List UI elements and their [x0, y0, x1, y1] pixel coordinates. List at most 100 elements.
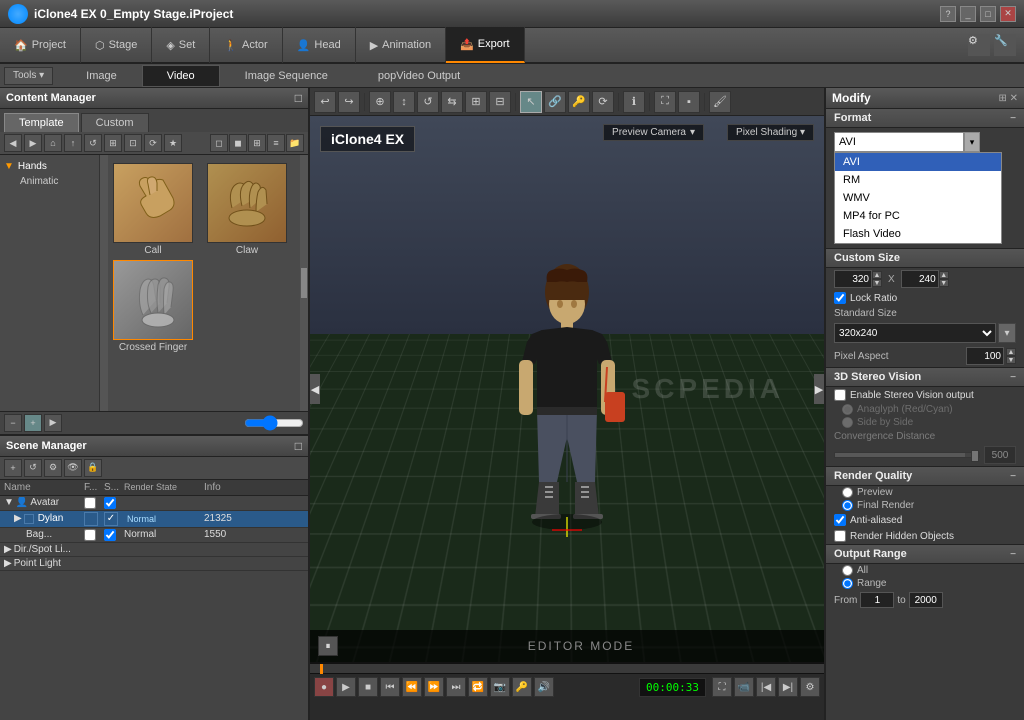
tl-next-mark-btn[interactable]: ▶|	[778, 677, 798, 697]
pixel-aspect-input[interactable]	[966, 347, 1004, 365]
table-row[interactable]: ▶ Point Light	[0, 557, 308, 571]
maximize-button[interactable]: □	[980, 6, 996, 22]
range-radio[interactable]	[842, 578, 853, 589]
tl-settings-btn[interactable]: ⚙	[800, 677, 820, 697]
vp-render-btn[interactable]: ▪	[678, 91, 700, 113]
format-option-avi[interactable]: AVI	[835, 153, 1001, 171]
standard-size-select[interactable]: 320x240 640x480 720x480 1280x720 1920x10…	[834, 323, 996, 343]
finalrender-radio[interactable]	[842, 500, 853, 511]
sub-tab-video[interactable]: Video	[142, 65, 220, 87]
sm-add-btn[interactable]: +	[4, 459, 22, 477]
sm-settings-btn[interactable]: ⚙	[44, 459, 62, 477]
width-input[interactable]	[834, 270, 872, 288]
cm-grid-btn[interactable]: ⊡	[124, 134, 142, 152]
table-row[interactable]: ▶ Dylan ✓ Normal 21325	[0, 511, 308, 528]
sm-refresh-btn[interactable]: ↺	[24, 459, 42, 477]
cm-fwd-btn[interactable]: ▶	[24, 134, 42, 152]
tl-capture-btn[interactable]: 📷	[490, 677, 510, 697]
vp-key-btn[interactable]: 🔑	[568, 91, 590, 113]
vp-move-btn[interactable]: ⊕	[369, 91, 391, 113]
right-collapse-btn[interactable]: ▶	[814, 374, 824, 404]
cm-rotate-btn[interactable]: ⟳	[144, 134, 162, 152]
from-input[interactable]	[860, 592, 894, 608]
vp-paint-btn[interactable]: 🖌	[709, 91, 731, 113]
nav-project[interactable]: 🏠 Project	[0, 27, 81, 63]
stdsize-apply-btn[interactable]: ▾	[998, 323, 1016, 343]
rp-format-collapse[interactable]: −	[1010, 113, 1016, 124]
sub-tab-image-sequence[interactable]: Image Sequence	[220, 65, 353, 87]
cm-tab-custom[interactable]: Custom	[81, 113, 149, 132]
height-up[interactable]: ▲	[939, 271, 949, 279]
convergence-value[interactable]	[984, 446, 1016, 464]
height-down[interactable]: ▼	[939, 279, 949, 287]
convergence-slider-track[interactable]	[834, 452, 980, 458]
vp-fullscreen-btn[interactable]: ⛶	[654, 91, 676, 113]
format-input[interactable]	[834, 132, 964, 152]
tools-icon[interactable]: 🔧	[994, 34, 1016, 56]
vp-redo-btn[interactable]: ↪	[338, 91, 360, 113]
cm-up-btn[interactable]: ↑	[64, 134, 82, 152]
cm-home-btn[interactable]: ⌂	[44, 134, 62, 152]
format-option-flash[interactable]: Flash Video	[835, 225, 1001, 243]
cm-item-crossed[interactable]: Crossed Finger	[108, 260, 198, 353]
lock-ratio-checkbox[interactable]	[834, 292, 846, 304]
nav-animation[interactable]: ▶ Animation	[356, 27, 446, 63]
tl-rewind-btn[interactable]: ⏪	[402, 677, 422, 697]
table-row[interactable]: ▼ 👤 Avatar	[0, 496, 308, 511]
tl-stop-btn[interactable]: ■	[358, 677, 378, 697]
width-up[interactable]: ▲	[872, 271, 882, 279]
vp-loop-btn[interactable]: ⟳	[592, 91, 614, 113]
nav-actor[interactable]: 🚶 Actor	[210, 27, 282, 63]
format-dropdown-toggle[interactable]: ▾	[964, 132, 980, 152]
timeline-track[interactable]	[310, 664, 824, 674]
height-input[interactable]	[901, 270, 939, 288]
sub-tab-image[interactable]: Image	[61, 65, 142, 87]
cm-size-med-btn[interactable]: ◼	[229, 134, 247, 152]
vp-select-btn[interactable]: ↖	[520, 91, 542, 113]
vp-link-btn[interactable]: 🔗	[544, 91, 566, 113]
outputrange-collapse[interactable]: −	[1010, 549, 1016, 560]
cm-list-btn[interactable]: ≡	[267, 134, 285, 152]
tl-ffwd-btn[interactable]: ⏩	[424, 677, 444, 697]
all-radio[interactable]	[842, 565, 853, 576]
content-manager-close[interactable]: □	[295, 91, 302, 105]
cm-next-btn[interactable]: ▶	[44, 414, 62, 432]
format-option-rm[interactable]: RM	[835, 171, 1001, 189]
cm-scroll-left[interactable]	[100, 155, 108, 411]
cm-item-call[interactable]: Call	[108, 163, 198, 256]
vp-mirror-btn[interactable]: ⇆	[441, 91, 463, 113]
stereo-anaglyph-radio[interactable]	[842, 404, 853, 415]
tl-record-btn[interactable]: ●	[314, 677, 334, 697]
help-button[interactable]: ?	[940, 6, 956, 22]
nav-export[interactable]: 📤 Export	[446, 27, 525, 63]
cm-item-claw[interactable]: Claw	[202, 163, 292, 256]
left-collapse-btn[interactable]: ◀	[310, 374, 320, 404]
scene-manager-close[interactable]: □	[295, 439, 302, 453]
cm-refresh-btn[interactable]: ↺	[84, 134, 102, 152]
tl-audio-btn[interactable]: 🔊	[534, 677, 554, 697]
cm-back-btn[interactable]: ◀	[4, 134, 22, 152]
tl-cam-btn[interactable]: 📹	[734, 677, 754, 697]
nav-set[interactable]: ◈ Set	[152, 27, 210, 63]
vp-scale-btn[interactable]: ↕	[393, 91, 415, 113]
cm-tree-animatic[interactable]: Animatic	[4, 174, 95, 189]
format-option-wmv[interactable]: WMV	[835, 189, 1001, 207]
sm-cb-selected-0[interactable]	[104, 497, 116, 509]
pause-btn[interactable]: ⏸	[318, 636, 338, 656]
tl-loop-btn[interactable]: 🔁	[468, 677, 488, 697]
tl-play-btn[interactable]: ▶	[336, 677, 356, 697]
cm-scrollbar[interactable]	[300, 155, 308, 411]
vp-rotate-btn[interactable]: ↺	[417, 91, 439, 113]
tl-screen-btn[interactable]: ⛶	[712, 677, 732, 697]
settings-icon[interactable]: ⚙	[968, 34, 990, 56]
vp-undo-btn[interactable]: ↩	[314, 91, 336, 113]
tl-prev-mark-btn[interactable]: |◀	[756, 677, 776, 697]
cm-minus-btn[interactable]: −	[4, 414, 22, 432]
minimize-button[interactable]: _	[960, 6, 976, 22]
close-button[interactable]: ✕	[1000, 6, 1016, 22]
antialiased-checkbox[interactable]	[834, 514, 846, 526]
shader-selector[interactable]: Pixel Shading ▾	[727, 124, 814, 141]
quality-collapse[interactable]: −	[1010, 471, 1016, 482]
sm-lock-btn[interactable]: 🔒	[84, 459, 102, 477]
timeline-handle[interactable]	[320, 664, 323, 674]
